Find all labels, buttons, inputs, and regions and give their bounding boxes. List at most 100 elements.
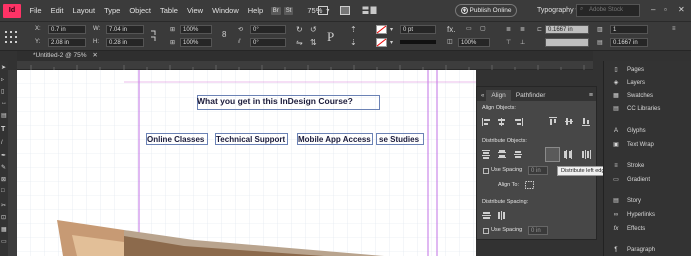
rotate-field[interactable]: 0° xyxy=(250,25,286,34)
stroke-type-preview[interactable] xyxy=(400,40,436,44)
menu-layout[interactable]: Layout xyxy=(68,6,100,15)
workspace-switcher[interactable]: Typography ▾ xyxy=(537,6,579,14)
maximize-icon[interactable]: ▫ xyxy=(664,5,667,14)
width-field[interactable]: 7.04 in xyxy=(106,25,144,34)
align-to-selection-icon[interactable] xyxy=(525,181,534,189)
shadow-options-icon[interactable]: ▢ xyxy=(480,25,486,32)
bridge-button[interactable]: Br xyxy=(270,6,281,15)
opacity-field[interactable]: 100% xyxy=(458,38,490,47)
stock-search-input[interactable]: ⌕ Adobe Stock xyxy=(576,4,640,17)
arrange-documents-icon[interactable] xyxy=(362,6,378,15)
control-menu-icon[interactable]: ≡ xyxy=(672,26,676,32)
close-tab-icon[interactable]: ✕ xyxy=(92,52,97,59)
rotate-ccw-icon[interactable]: ↺ xyxy=(310,25,317,34)
tab-align[interactable]: Align xyxy=(486,90,511,101)
minimize-icon[interactable]: – xyxy=(651,5,655,14)
rectangle-tool-icon[interactable]: □ xyxy=(1,188,5,194)
scale-x-field[interactable]: 100% xyxy=(180,25,212,34)
panel-collapse-icon[interactable]: « xyxy=(481,93,484,99)
publish-online-button[interactable]: Publish Online xyxy=(455,4,517,17)
item-mobile-app-access[interactable]: Mobile App Access xyxy=(298,135,371,144)
frame-view-icon[interactable] xyxy=(318,6,328,15)
content-collector-icon[interactable]: ▤ xyxy=(1,112,7,119)
vertical-ruler[interactable] xyxy=(8,70,17,256)
chevron-down-icon[interactable]: ▾ xyxy=(390,39,393,46)
menu-help[interactable]: Help xyxy=(243,6,267,15)
line-tool-icon[interactable]: / xyxy=(1,140,3,146)
panel-effects[interactable]: fx Effects xyxy=(604,222,691,235)
item-case-studies[interactable]: se Studies xyxy=(379,135,419,144)
columns-field[interactable]: 1 xyxy=(610,25,648,34)
gutter-field[interactable]: 0.1667 in xyxy=(610,38,648,47)
flip-vertical-icon[interactable]: ⇅ xyxy=(310,38,317,47)
document-page[interactable]: What you get in this InDesign Course? On… xyxy=(124,70,476,256)
stroke-swatch-icon[interactable] xyxy=(376,38,387,47)
item-technical-support[interactable]: Technical Support xyxy=(216,135,285,144)
panel-glyphs[interactable]: A Glyphs xyxy=(604,124,691,137)
panel-text-wrap[interactable]: ▣ Text Wrap xyxy=(604,138,691,151)
select-container-icon[interactable]: ⇡ xyxy=(350,25,357,34)
spacing-field-2[interactable]: 0 in xyxy=(528,226,548,235)
screen-mode-icon[interactable] xyxy=(340,6,350,15)
note-tool-icon[interactable]: ▭ xyxy=(1,238,7,245)
rotate-cw-icon[interactable]: ↻ xyxy=(296,25,303,34)
panel-menu-icon[interactable]: ≡ xyxy=(589,92,593,99)
flip-horizontal-icon[interactable]: ⇋ xyxy=(296,38,303,47)
drop-shadow-icon[interactable]: ▭ xyxy=(466,25,472,32)
menu-edit[interactable]: Edit xyxy=(46,6,68,15)
menu-type[interactable]: Type xyxy=(100,6,125,15)
effects-icon[interactable]: fx. xyxy=(447,25,455,34)
stock-button[interactable]: St xyxy=(283,6,294,15)
blank-field[interactable] xyxy=(545,38,589,47)
link-icon[interactable]: 8 xyxy=(222,30,226,39)
y-field[interactable]: 2.08 in xyxy=(48,38,86,47)
fill-swatch-icon[interactable] xyxy=(376,25,387,34)
menu-file[interactable]: File xyxy=(25,6,46,15)
constrain-proportions-icon[interactable] xyxy=(150,30,156,42)
type-tool-icon[interactable]: T xyxy=(1,126,5,133)
panel-swatches[interactable]: ▦ Swatches xyxy=(604,89,691,102)
select-content-icon[interactable]: ⇣ xyxy=(350,38,357,47)
heading-text[interactable]: What you get in this InDesign Course? xyxy=(197,96,353,106)
panel-gradient[interactable]: ▭ Gradient xyxy=(604,173,691,186)
panel-layers[interactable]: ◈ Layers xyxy=(604,76,691,89)
reference-point-icon[interactable] xyxy=(5,31,17,43)
scale-y-field[interactable]: 100% xyxy=(180,38,212,47)
use-spacing-checkbox[interactable] xyxy=(483,168,489,174)
chevron-down-icon[interactable]: ▾ xyxy=(390,26,393,33)
rectangle-frame-tool-icon[interactable]: ⊠ xyxy=(1,176,6,183)
spacing-field[interactable]: 0 in xyxy=(528,166,548,175)
shear-field[interactable]: 0° xyxy=(250,38,286,47)
use-spacing-checkbox-2[interactable] xyxy=(483,228,489,234)
distribute-left-edges-button[interactable] xyxy=(545,147,560,162)
panel-hyperlinks[interactable]: ∞ Hyperlinks xyxy=(604,208,691,221)
horizontal-ruler[interactable] xyxy=(17,61,593,70)
panel-story[interactable]: ▤ Story xyxy=(604,194,691,207)
close-icon[interactable]: ✕ xyxy=(678,5,685,14)
height-field[interactable]: 0.28 in xyxy=(106,38,144,47)
menu-window[interactable]: Window xyxy=(208,6,244,15)
align-middle-icon[interactable]: ⊥ xyxy=(520,39,525,46)
panel-cc-libraries[interactable]: ▤ CC Libraries xyxy=(604,102,691,115)
pencil-tool-icon[interactable]: ✎ xyxy=(1,164,6,171)
selection-tool-icon[interactable]: ➤ xyxy=(1,64,6,71)
free-transform-tool-icon[interactable]: ⊡ xyxy=(1,214,6,221)
panel-pages[interactable]: ▯ Pages xyxy=(604,63,691,76)
menu-view[interactable]: View xyxy=(182,6,207,15)
menu-table[interactable]: Table xyxy=(156,6,183,15)
x-field[interactable]: 0.7 in xyxy=(48,25,86,34)
gap-tool-icon[interactable]: ↔ xyxy=(1,100,7,106)
pen-tool-icon[interactable]: ✒ xyxy=(1,152,6,159)
ref-width-field[interactable]: 0.1667 in xyxy=(545,25,589,34)
document-tab[interactable]: *Untitled-2 @ 75% ✕ xyxy=(29,51,102,61)
gradient-tool-icon[interactable]: ▦ xyxy=(1,226,7,233)
stroke-weight-field[interactable]: 0 pt xyxy=(400,25,436,34)
item-online-classes[interactable]: Online Classes xyxy=(147,135,204,144)
panel-stroke[interactable]: ≡ Stroke xyxy=(604,159,691,172)
scissors-tool-icon[interactable]: ✂ xyxy=(1,202,6,209)
direct-selection-tool-icon[interactable]: ▹ xyxy=(1,76,4,83)
align-left-icon[interactable]: ≣ xyxy=(506,26,511,33)
tab-pathfinder[interactable]: Pathfinder xyxy=(511,90,551,101)
pasteboard[interactable] xyxy=(17,70,124,256)
align-center-icon[interactable]: ≣ xyxy=(520,26,525,33)
